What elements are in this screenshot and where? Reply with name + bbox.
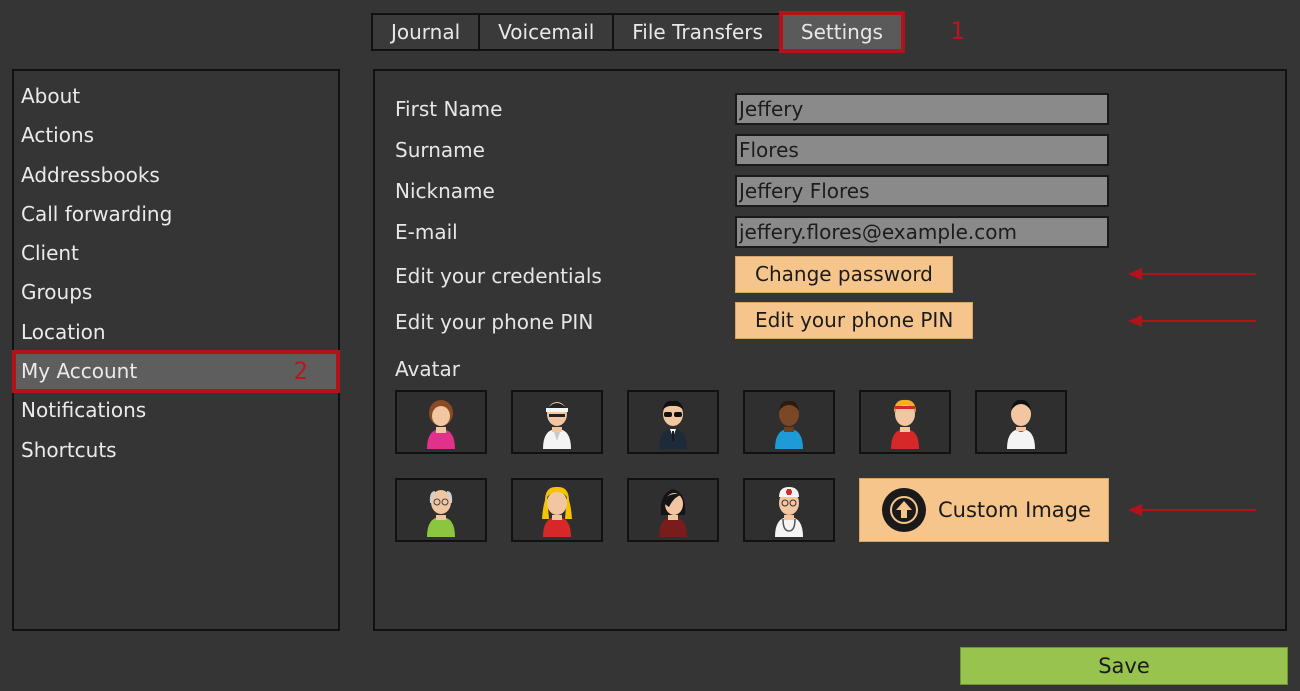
custom-image-button[interactable]: Custom Image (859, 478, 1109, 542)
tab-file-transfers[interactable]: File Transfers (614, 15, 783, 49)
edit-phone-pin-button[interactable]: Edit your phone PIN (735, 302, 974, 339)
save-button[interactable]: Save (960, 647, 1288, 685)
first-name-label: First Name (395, 97, 503, 121)
avatar-option-10[interactable] (743, 478, 835, 542)
tab-voicemail[interactable]: Voicemail (480, 15, 615, 49)
avatar-option-2[interactable] (511, 390, 603, 454)
sidebar-item-groups[interactable]: Groups (14, 273, 338, 312)
my-account-panel: First Name Surname Nickname E-mail Edit … (373, 69, 1287, 631)
custom-image-label: Custom Image (938, 498, 1091, 522)
avatar-man-white-shirt-icon (1007, 399, 1035, 449)
annotation-number-1: 1 (950, 17, 965, 45)
sidebar-item-actions[interactable]: Actions (14, 116, 338, 155)
avatar-option-5[interactable] (859, 390, 951, 454)
annotation-number-2: 2 (293, 357, 308, 386)
nickname-field[interactable] (735, 175, 1109, 207)
avatar-elderly-man-icon (427, 490, 455, 537)
avatar-man-sunglasses-suit-icon (659, 400, 687, 449)
sidebar-item-shortcuts[interactable]: Shortcuts (14, 431, 338, 470)
top-tab-bar: Journal Voicemail File Transfers Setting… (371, 11, 905, 53)
avatar-woman-red-headband-icon (891, 399, 919, 449)
phone-pin-label: Edit your phone PIN (395, 310, 594, 334)
avatar-woman-pink-icon (427, 400, 455, 449)
surname-label: Surname (395, 138, 485, 162)
surname-field[interactable] (735, 134, 1109, 166)
sidebar-item-notifications[interactable]: Notifications (14, 391, 338, 430)
avatar-doctor-icon (775, 487, 803, 537)
sidebar-item-label: My Account (21, 359, 138, 384)
email-label: E-mail (395, 220, 458, 244)
sidebar-item-location[interactable]: Location (14, 313, 338, 352)
avatar-option-4[interactable] (743, 390, 835, 454)
avatar-option-3[interactable] (627, 390, 719, 454)
sidebar-item-addressbooks[interactable]: Addressbooks (14, 156, 338, 195)
avatar-karate-headband-icon (543, 402, 571, 449)
sidebar-item-my-account[interactable]: My Account 2 (12, 350, 340, 394)
tab-settings[interactable]: Settings (778, 11, 905, 53)
sidebar-item-client[interactable]: Client (14, 234, 338, 273)
avatar-option-7[interactable] (395, 478, 487, 542)
nickname-label: Nickname (395, 179, 495, 203)
upload-arrow-icon (882, 488, 926, 532)
settings-sidebar: About Actions Addressbooks Call forwardi… (12, 69, 340, 631)
annotation-arrow-left-icon (1128, 268, 1256, 280)
annotation-arrow-left-icon (1128, 504, 1256, 516)
avatar-option-9[interactable] (627, 478, 719, 542)
avatar-man-blue-shirt-icon (775, 400, 803, 449)
change-password-button[interactable]: Change password (735, 256, 953, 293)
avatar-option-1[interactable] (395, 390, 487, 454)
avatar-option-6[interactable] (975, 390, 1067, 454)
sidebar-item-call-forwarding[interactable]: Call forwarding (14, 195, 338, 234)
avatar-woman-dark-hair-icon (659, 489, 687, 537)
first-name-field[interactable] (735, 93, 1109, 125)
email-field[interactable] (735, 216, 1109, 248)
sidebar-item-about[interactable]: About (14, 77, 338, 116)
avatar-label: Avatar (395, 357, 460, 381)
annotation-arrow-left-icon (1128, 315, 1256, 327)
tab-journal[interactable]: Journal (373, 15, 481, 49)
avatar-option-8[interactable] (511, 478, 603, 542)
avatar-woman-blonde-icon (542, 486, 572, 537)
credentials-label: Edit your credentials (395, 264, 602, 288)
